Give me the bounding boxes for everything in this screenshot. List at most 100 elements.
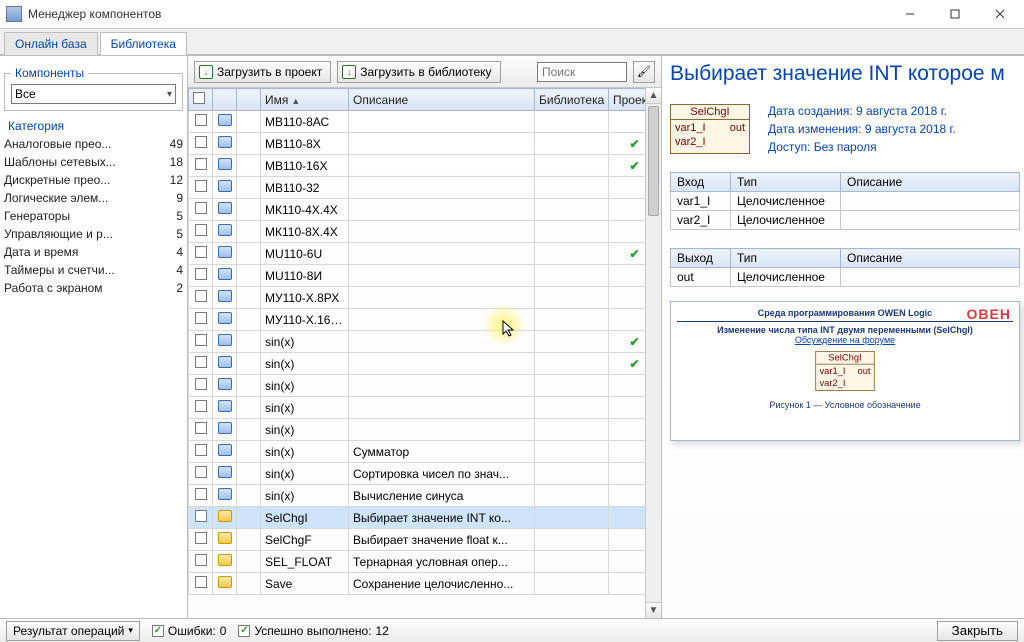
io-row: var1_IЦелочисленное xyxy=(671,192,1020,211)
row-desc xyxy=(349,397,535,419)
tab-online-base[interactable]: Онлайн база xyxy=(4,32,98,55)
scroll-down-arrow[interactable]: ▼ xyxy=(646,602,661,618)
header-sort-icon[interactable] xyxy=(237,89,261,111)
row-checkbox[interactable] xyxy=(195,114,207,126)
category-item[interactable]: Работа с экраном2 xyxy=(4,279,183,297)
row-checkbox[interactable] xyxy=(195,576,207,588)
column-library[interactable]: Библиотека xyxy=(535,89,609,111)
row-checkbox[interactable] xyxy=(195,554,207,566)
chip-icon xyxy=(218,466,232,478)
category-item[interactable]: Дата и время4 xyxy=(4,243,183,261)
table-row[interactable]: МУ110-Х.8РХ xyxy=(189,287,661,309)
row-checkbox[interactable] xyxy=(195,444,207,456)
errors-indicator[interactable]: ✓ Ошибки: 0 xyxy=(152,624,227,638)
row-checkbox[interactable] xyxy=(195,180,207,192)
table-row[interactable]: МК110-8Х.4Х xyxy=(189,221,661,243)
category-item[interactable]: Логические элем...9 xyxy=(4,189,183,207)
chip-icon xyxy=(218,268,232,280)
row-checkbox[interactable] xyxy=(195,422,207,434)
done-indicator[interactable]: ✓ Успешно выполнено: 12 xyxy=(238,624,388,638)
table-row[interactable]: SelChgIВыбирает значение INT ко... xyxy=(189,507,661,529)
row-desc xyxy=(349,287,535,309)
row-checkbox[interactable] xyxy=(195,488,207,500)
category-item[interactable]: Генераторы5 xyxy=(4,207,183,225)
category-item[interactable]: Аналоговые прео...49 xyxy=(4,135,183,153)
category-item[interactable]: Дискретные прео...12 xyxy=(4,171,183,189)
scroll-up-arrow[interactable]: ▲ xyxy=(646,88,661,104)
close-window-button[interactable] xyxy=(977,0,1022,28)
table-row[interactable]: sin(x)Вычисление синуса xyxy=(189,485,661,507)
table-row[interactable]: sin(x) xyxy=(189,419,661,441)
row-checkbox[interactable] xyxy=(195,246,207,258)
table-row[interactable]: МВ110-16Х✔ xyxy=(189,155,661,177)
table-row[interactable]: sin(x) xyxy=(189,375,661,397)
table-row[interactable]: sin(x) xyxy=(189,397,661,419)
table-row[interactable]: МУ110-Х.16РХ xyxy=(189,309,661,331)
category-item[interactable]: Управляющие и р...5 xyxy=(4,225,183,243)
table-row[interactable]: sin(x)Сортировка чисел по знач... xyxy=(189,463,661,485)
table-row[interactable]: SEL_FLOATТернарная условная опер... xyxy=(189,551,661,573)
errors-value: 0 xyxy=(220,624,227,638)
outputs-table: Выход Тип Описание outЦелочисленное xyxy=(670,248,1020,287)
table-row[interactable]: МU110-8И xyxy=(189,265,661,287)
category-item[interactable]: Таймеры и счетчи...4 xyxy=(4,261,183,279)
app-icon xyxy=(6,6,22,22)
row-checkbox[interactable] xyxy=(195,290,207,302)
scroll-thumb[interactable] xyxy=(648,106,659,216)
column-name[interactable]: Имя▲ xyxy=(261,89,349,111)
components-group-label: Компоненты xyxy=(11,66,88,80)
table-row[interactable]: МК110-4Х.4Х xyxy=(189,199,661,221)
table-row[interactable]: МВ110-32 xyxy=(189,177,661,199)
row-checkbox[interactable] xyxy=(195,378,207,390)
close-button[interactable]: Закрыть xyxy=(937,621,1018,641)
table-row[interactable]: sin(x)✔ xyxy=(189,331,661,353)
row-desc xyxy=(349,221,535,243)
row-checkbox[interactable] xyxy=(195,510,207,522)
center-panel: ↓ Загрузить в проект ↓ Загрузить в библи… xyxy=(188,56,662,618)
inputs-col-name: Вход xyxy=(671,173,731,192)
maximize-button[interactable] xyxy=(932,0,977,28)
row-checkbox[interactable] xyxy=(195,268,207,280)
row-checkbox[interactable] xyxy=(195,466,207,478)
table-row[interactable]: МВ110-8Х✔ xyxy=(189,133,661,155)
row-checkbox[interactable] xyxy=(195,202,207,214)
clear-search-button[interactable]: 🖌 xyxy=(633,61,655,83)
load-to-library-button[interactable]: ↓ Загрузить в библиотеку xyxy=(337,61,500,83)
row-name: SelChgI xyxy=(261,507,349,529)
doc-forum-link[interactable]: Обсуждение на форуме xyxy=(677,335,1013,345)
tab-library[interactable]: Библиотека xyxy=(100,32,187,55)
doc-preview[interactable]: ОВЕН Среда программирования OWEN Logic И… xyxy=(670,301,1020,441)
table-row[interactable]: sin(x)Сумматор xyxy=(189,441,661,463)
column-description[interactable]: Описание xyxy=(349,89,535,111)
table-row[interactable]: МU110-6U✔ xyxy=(189,243,661,265)
row-checkbox[interactable] xyxy=(195,158,207,170)
outputs-col-desc: Описание xyxy=(841,249,1020,268)
load-to-project-button[interactable]: ↓ Загрузить в проект xyxy=(194,61,331,83)
header-checkbox[interactable] xyxy=(189,89,213,111)
io-row: var2_IЦелочисленное xyxy=(671,211,1020,230)
download-icon: ↓ xyxy=(199,65,213,79)
row-checkbox[interactable] xyxy=(195,136,207,148)
row-checkbox[interactable] xyxy=(195,224,207,236)
search-input[interactable] xyxy=(537,62,627,82)
category-group-label: Категория xyxy=(4,119,68,133)
row-desc xyxy=(349,331,535,353)
row-lib xyxy=(535,419,609,441)
category-item[interactable]: Шаблоны сетевых...18 xyxy=(4,153,183,171)
table-row[interactable]: МВ110-8АС xyxy=(189,111,661,133)
row-checkbox[interactable] xyxy=(195,312,207,324)
table-row[interactable]: sin(x)✔ xyxy=(189,353,661,375)
row-checkbox[interactable] xyxy=(195,400,207,412)
components-table[interactable]: Имя▲ Описание Библиотека Проект МВ110-8А… xyxy=(188,88,661,595)
minimize-button[interactable] xyxy=(887,0,932,28)
doc-figure-caption: Рисунок 1 — Условное обозначение xyxy=(677,400,1013,410)
row-checkbox[interactable] xyxy=(195,356,207,368)
component-filter-combo[interactable]: Все ▾ xyxy=(11,84,176,104)
center-toolbar: ↓ Загрузить в проект ↓ Загрузить в библи… xyxy=(188,56,661,88)
row-checkbox[interactable] xyxy=(195,334,207,346)
table-row[interactable]: SaveСохранение целочисленно... xyxy=(189,573,661,595)
table-scrollbar[interactable]: ▲ ▼ xyxy=(645,88,661,618)
operations-result-button[interactable]: Результат операций ▾ xyxy=(6,621,140,641)
row-checkbox[interactable] xyxy=(195,532,207,544)
table-row[interactable]: SelChgFВыбирает значение float к... xyxy=(189,529,661,551)
